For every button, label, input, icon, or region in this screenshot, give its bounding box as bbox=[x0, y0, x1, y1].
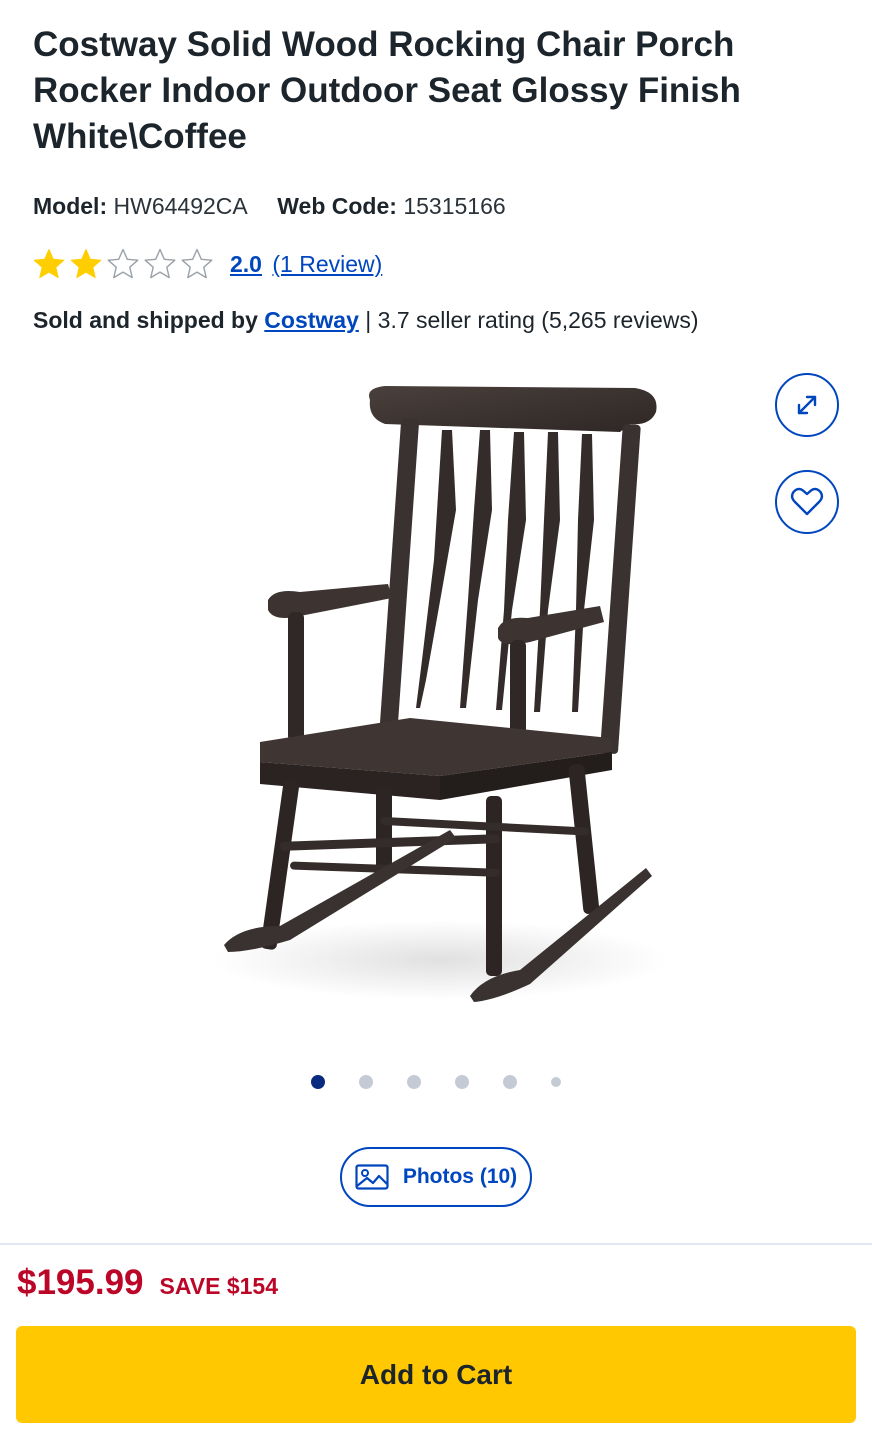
review-count: (1 Review) bbox=[272, 250, 383, 277]
carousel-dot[interactable] bbox=[551, 1077, 561, 1087]
model-value: HW64492CA bbox=[113, 193, 247, 219]
divider bbox=[0, 1243, 872, 1245]
model-label: Model: bbox=[33, 193, 108, 219]
reviews-link[interactable]: 2.0 (1 Review) bbox=[230, 251, 382, 278]
seller-link[interactable]: Costway bbox=[264, 307, 359, 333]
carousel-dot[interactable] bbox=[455, 1075, 469, 1089]
star-empty-icon bbox=[181, 248, 213, 279]
expand-image-button[interactable] bbox=[775, 373, 839, 437]
expand-icon bbox=[797, 395, 817, 415]
star-empty-icon bbox=[107, 248, 139, 279]
rocking-chair-image bbox=[210, 386, 670, 1002]
star-empty-icon bbox=[144, 248, 176, 279]
product-title: Costway Solid Wood Rocking Chair Porch R… bbox=[33, 25, 741, 156]
seller-prefix: Sold and shipped by bbox=[33, 307, 258, 333]
seller-rating: | 3.7 seller rating (5,265 reviews) bbox=[365, 307, 699, 333]
rating-score: 2.0 bbox=[230, 250, 262, 277]
rating-summary[interactable]: 2.0 (1 Review) bbox=[32, 246, 382, 282]
image-gallery-icon bbox=[355, 1164, 389, 1190]
star-filled-icon bbox=[33, 249, 65, 279]
price-block: $195.99 SAVE $154 bbox=[17, 1263, 278, 1307]
save-to-favorites-button[interactable] bbox=[775, 470, 839, 534]
webcode-label: Web Code: bbox=[277, 193, 397, 219]
seller-info: Sold and shipped by Costway | 3.7 seller… bbox=[33, 304, 699, 336]
heart-icon bbox=[790, 487, 824, 516]
savings-badge: SAVE $154 bbox=[159, 1273, 279, 1299]
star-filled-icon bbox=[70, 249, 102, 279]
webcode-value: 15315166 bbox=[403, 193, 506, 219]
carousel-dot[interactable] bbox=[359, 1075, 373, 1089]
carousel-dot[interactable] bbox=[311, 1075, 325, 1089]
photos-button-label: Photos (10) bbox=[402, 1165, 518, 1188]
carousel-dot[interactable] bbox=[407, 1075, 421, 1089]
product-image[interactable] bbox=[180, 360, 700, 1020]
carousel-dots bbox=[0, 1072, 872, 1092]
product-identifiers: Model: HW64492CA Web Code: 15315166 bbox=[33, 190, 506, 222]
star-rating bbox=[32, 247, 214, 281]
add-to-cart-button[interactable]: Add to Cart bbox=[16, 1326, 856, 1423]
current-price: $195.99 bbox=[17, 1263, 144, 1302]
photos-button[interactable]: Photos (10) bbox=[340, 1147, 532, 1207]
carousel-dot[interactable] bbox=[503, 1075, 517, 1089]
